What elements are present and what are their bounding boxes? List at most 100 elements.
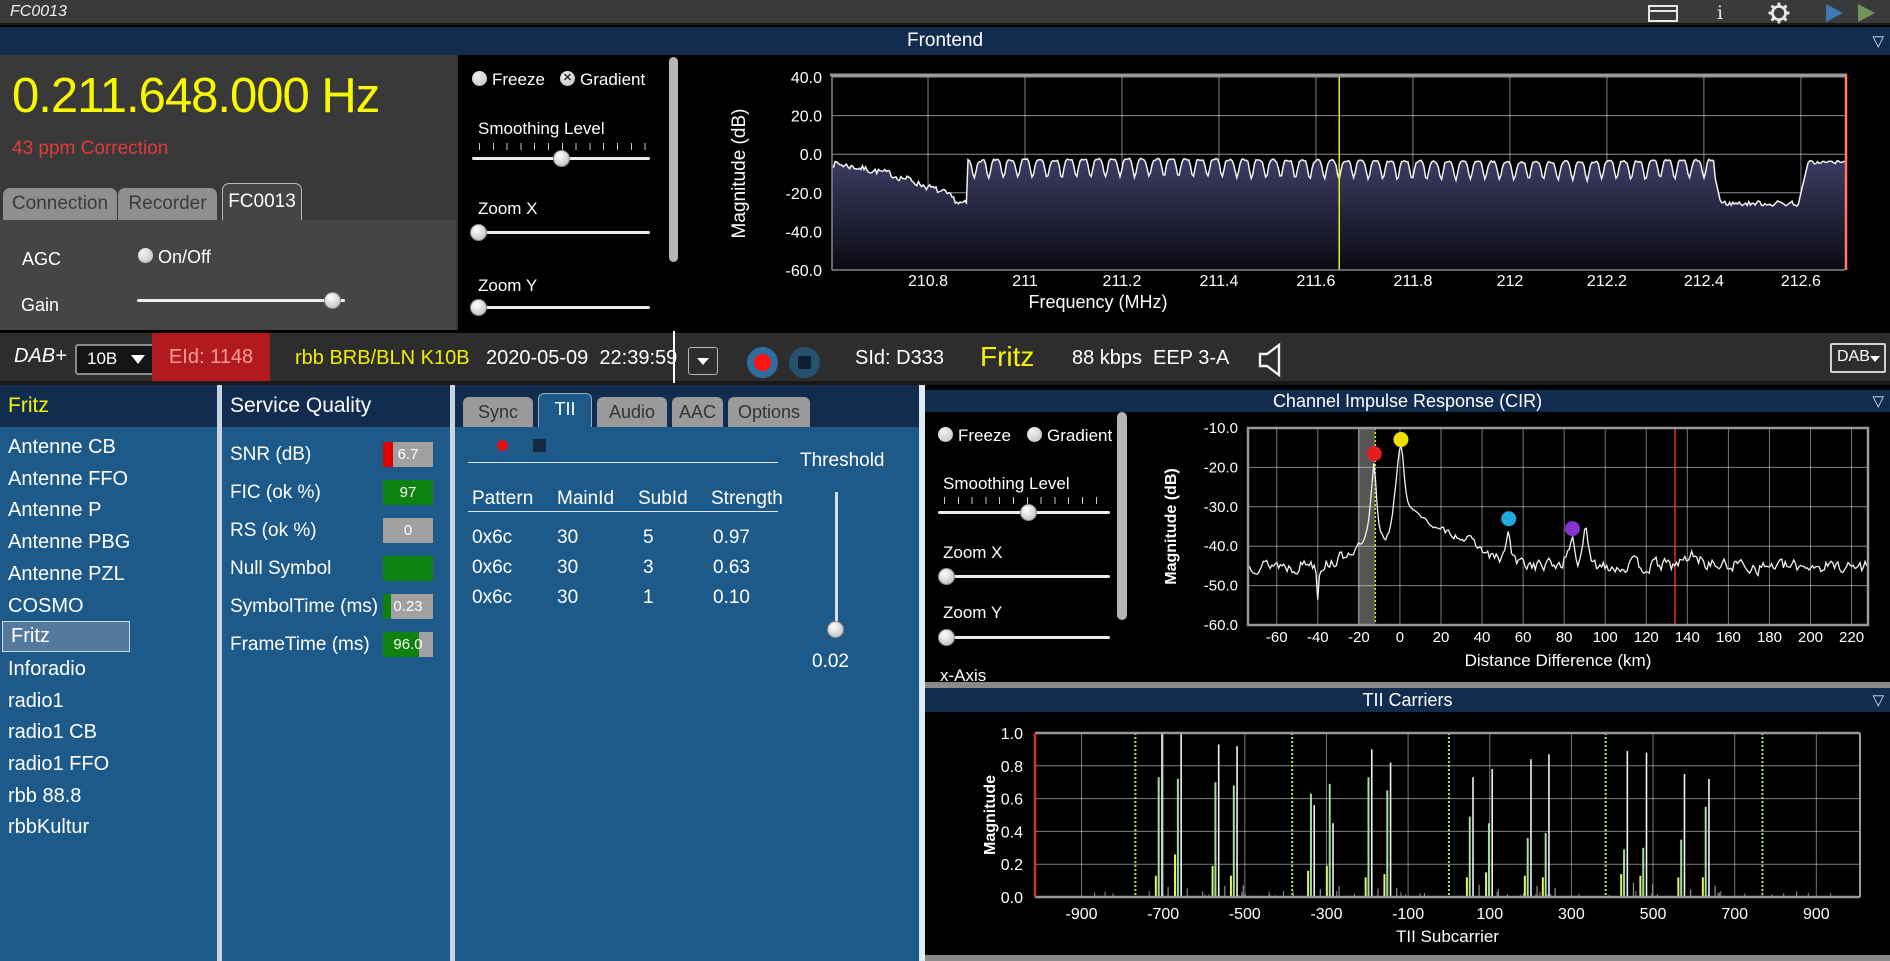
current-service-name: Fritz xyxy=(980,341,1034,373)
tii-cell: 0x6c xyxy=(472,557,512,579)
station-item-selected[interactable]: Fritz xyxy=(2,621,130,652)
station-item[interactable]: COSMO xyxy=(0,590,217,622)
svg-text:20: 20 xyxy=(1433,629,1450,646)
station-name: Antenne P xyxy=(0,499,101,521)
svg-text:0.6: 0.6 xyxy=(1001,792,1023,809)
gear-icon[interactable] xyxy=(1768,2,1790,24)
ensemble-id-badge: EId: 1148 xyxy=(152,333,270,381)
station-item[interactable]: radio1 xyxy=(0,685,217,717)
svg-text:212: 212 xyxy=(1497,273,1524,290)
tab-sync[interactable]: Sync xyxy=(463,397,533,427)
channel-select[interactable]: 10B xyxy=(75,344,157,375)
threshold-slider[interactable] xyxy=(835,492,838,633)
station-item[interactable]: Antenne PBG xyxy=(0,526,217,558)
station-item[interactable]: Antenne FFO xyxy=(0,463,217,495)
svg-text:-50.0: -50.0 xyxy=(1204,578,1238,595)
station-item[interactable]: Antenne CB xyxy=(0,431,217,463)
svg-text:-20.0: -20.0 xyxy=(786,186,823,203)
tii-col-header: SubId xyxy=(638,488,688,510)
ensemble-id: EId: 1148 xyxy=(169,346,253,369)
threshold-slider-handle[interactable] xyxy=(827,621,844,638)
channel-value: 10B xyxy=(87,349,117,369)
tab-recorder[interactable]: Recorder xyxy=(118,188,217,220)
threshold-label: Threshold xyxy=(800,450,885,472)
gain-slider[interactable] xyxy=(137,299,345,302)
tab-connection[interactable]: Connection xyxy=(3,188,117,220)
record-icon xyxy=(754,354,771,371)
service-quality-title: Service Quality xyxy=(230,394,371,418)
station-item[interactable]: Antenne P xyxy=(0,494,217,526)
tii-cell: 0x6c xyxy=(472,527,512,549)
sq-bar-value: 0 xyxy=(383,522,433,539)
sq-row-label: SNR (dB) xyxy=(230,444,311,466)
svg-text:212.6: 212.6 xyxy=(1781,273,1821,290)
stop-button[interactable] xyxy=(789,347,820,378)
svg-text:-300: -300 xyxy=(1310,906,1342,923)
svg-text:Magnitude (dB): Magnitude (dB) xyxy=(1163,468,1180,584)
tuner-tab-content xyxy=(0,220,456,330)
sq-bar-fic: 97 xyxy=(383,480,433,505)
svg-text:212.2: 212.2 xyxy=(1587,273,1627,290)
sq-bar-value: 6.7 xyxy=(383,446,433,463)
record-button[interactable] xyxy=(747,347,778,378)
play-icon[interactable] xyxy=(1826,4,1843,22)
svg-text:60: 60 xyxy=(1515,629,1532,646)
stop-icon xyxy=(798,356,811,369)
svg-text:200: 200 xyxy=(1798,629,1823,646)
svg-text:-30.0: -30.0 xyxy=(1204,499,1238,516)
collapse-cir-icon[interactable]: ▽ xyxy=(1872,392,1884,410)
station-item[interactable]: rbbKultur xyxy=(0,811,217,843)
cir-header: Channel Impulse Response (CIR) ▽ xyxy=(925,390,1890,412)
svg-text:100: 100 xyxy=(1593,629,1618,646)
tii-cell: 1 xyxy=(643,587,654,609)
svg-text:220: 220 xyxy=(1839,629,1864,646)
station-item[interactable]: radio1 FFO xyxy=(0,748,217,780)
tii-carriers-chart: 0.00.20.40.60.81.0-900-700-500-300-10010… xyxy=(925,712,1890,955)
chevron-down-icon xyxy=(697,358,709,365)
svg-text:212.4: 212.4 xyxy=(1684,273,1724,290)
tii-cell: 5 xyxy=(643,527,654,549)
bitrate-label: 88 kbps xyxy=(1072,347,1142,370)
record-dropdown-button[interactable] xyxy=(688,347,718,375)
station-item[interactable]: rbb 88.8 xyxy=(0,780,217,812)
svg-text:211.2: 211.2 xyxy=(1103,273,1142,290)
station-item[interactable]: radio1 CB xyxy=(0,716,217,748)
svg-text:211.8: 211.8 xyxy=(1394,273,1433,290)
tab-audio[interactable]: Audio xyxy=(597,397,667,427)
station-item[interactable]: Antenne PZL xyxy=(0,558,217,590)
tii-cell: 0.63 xyxy=(713,557,750,579)
cir-title: Channel Impulse Response (CIR) xyxy=(925,391,1890,412)
cir-chart: -10.0-20.0-30.0-40.0-50.0-60.0-60-40-200… xyxy=(925,412,1890,682)
window-icon[interactable] xyxy=(1648,5,1678,22)
svg-text:40: 40 xyxy=(1474,629,1491,646)
legend-dot-icon xyxy=(497,440,508,451)
sq-row-label: FIC (ok %) xyxy=(230,482,321,504)
info-icon[interactable]: i xyxy=(1717,2,1723,23)
tab-fc0013[interactable]: FC0013 xyxy=(222,183,302,220)
sq-bar-value: 96.0 xyxy=(383,636,433,653)
tab-options[interactable]: Options xyxy=(728,397,810,427)
mode-select[interactable]: DAB xyxy=(1830,343,1886,373)
collapse-tii-carriers-icon[interactable]: ▽ xyxy=(1872,691,1884,709)
gain-slider-handle[interactable] xyxy=(324,292,341,309)
svg-text:0.0: 0.0 xyxy=(1001,890,1023,907)
sq-bar-value: 97 xyxy=(383,484,433,501)
tab-tii[interactable]: TII xyxy=(538,393,592,427)
station-name: COSMO xyxy=(0,595,84,617)
tii-col-header: Strength xyxy=(711,488,783,510)
svg-text:0: 0 xyxy=(1396,629,1404,646)
collapse-frontend-icon[interactable]: ▽ xyxy=(1872,32,1884,50)
station-name: Antenne FFO xyxy=(0,468,128,490)
sq-bar-null xyxy=(383,556,433,581)
frontend-panel-header: Frontend ▽ xyxy=(0,27,1890,55)
separator xyxy=(468,462,778,463)
speaker-icon[interactable] xyxy=(1258,343,1286,377)
station-item[interactable]: Inforadio xyxy=(0,653,217,685)
horizontal-scrollbar[interactable] xyxy=(925,955,1890,961)
legend-square-icon xyxy=(533,439,546,452)
agc-radio[interactable] xyxy=(138,248,153,263)
tab-aac[interactable]: AAC xyxy=(672,397,723,427)
datetime-label: 2020-05-09 22:39:59 xyxy=(486,347,677,370)
svg-text:160: 160 xyxy=(1716,629,1741,646)
play-channel-icon[interactable] xyxy=(1858,4,1875,22)
